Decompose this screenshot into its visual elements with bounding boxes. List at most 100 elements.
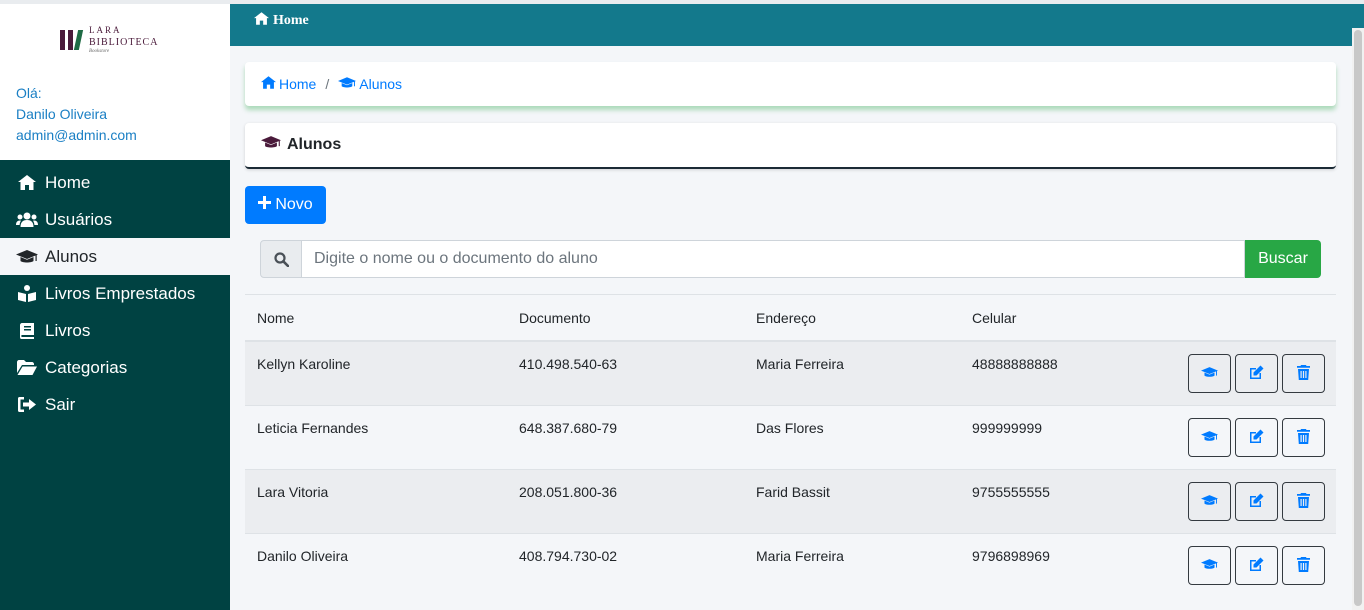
edit-student-button[interactable] bbox=[1235, 546, 1278, 585]
view-student-button[interactable] bbox=[1188, 418, 1231, 457]
view-student-button[interactable] bbox=[1188, 354, 1231, 393]
users-icon bbox=[16, 212, 38, 227]
cell-celular: 9796898969 bbox=[972, 548, 1050, 564]
cell-endereco: Farid Bassit bbox=[756, 484, 830, 500]
graduation-cap-icon bbox=[1201, 558, 1218, 573]
graduation-cap-icon bbox=[338, 76, 357, 92]
column-header-celular: Celular bbox=[972, 310, 1017, 326]
cell-nome: Danilo Oliveira bbox=[257, 548, 349, 564]
row-actions bbox=[1188, 482, 1325, 521]
table-header-row: Nome Documento Endereço Celular bbox=[245, 295, 1336, 341]
logo-line-1: LARA bbox=[89, 25, 122, 35]
sidebar-item-livros[interactable]: Livros bbox=[0, 312, 230, 349]
breadcrumb-home-link[interactable]: Home bbox=[261, 76, 316, 92]
sidebar: LARA BIBLIOTECA Bookstore Olá: Danilo Ol… bbox=[0, 4, 230, 610]
scrollbar-thumb[interactable] bbox=[1354, 30, 1362, 606]
user-greeting: Olá: bbox=[16, 85, 42, 101]
sidebar-item-sair[interactable]: Sair bbox=[0, 386, 230, 423]
page-title: Alunos bbox=[287, 136, 342, 153]
sidebar-item-label: Sair bbox=[45, 394, 76, 414]
edit-icon bbox=[1249, 429, 1264, 447]
new-button-label: Novo bbox=[275, 196, 313, 213]
edit-student-button[interactable] bbox=[1235, 354, 1278, 393]
sign-out-icon bbox=[16, 397, 38, 412]
edit-student-button[interactable] bbox=[1235, 418, 1278, 457]
home-icon bbox=[261, 76, 276, 92]
view-student-button[interactable] bbox=[1188, 546, 1231, 585]
logo-line-3: Bookstore bbox=[89, 49, 110, 54]
edit-icon bbox=[1249, 493, 1264, 511]
home-icon bbox=[16, 175, 38, 190]
page-scrollbar[interactable] bbox=[1352, 28, 1364, 610]
edit-student-button[interactable] bbox=[1235, 482, 1278, 521]
trash-icon bbox=[1297, 364, 1310, 383]
cell-documento: 410.498.540-63 bbox=[519, 356, 618, 372]
breadcrumb-current-label: Alunos bbox=[359, 76, 403, 92]
breadcrumb: Home / Alunos bbox=[245, 62, 1336, 106]
delete-student-button[interactable] bbox=[1282, 354, 1325, 393]
students-table: Nome Documento Endereço Celular Kellyn K… bbox=[245, 294, 1336, 597]
row-actions bbox=[1188, 354, 1325, 393]
cell-endereco: Maria Ferreira bbox=[756, 356, 844, 372]
column-header-documento: Documento bbox=[519, 310, 591, 326]
logo-icon bbox=[60, 30, 84, 50]
edit-icon bbox=[1249, 557, 1264, 575]
sidebar-item-usuarios[interactable]: Usuários bbox=[0, 201, 230, 238]
breadcrumb-home-label: Home bbox=[279, 76, 317, 92]
breadcrumb-separator: / bbox=[325, 76, 330, 92]
table-row: Lara Vitoria 208.051.800-36 Farid Bassit… bbox=[245, 469, 1336, 533]
column-header-endereco: Endereço bbox=[756, 310, 816, 326]
cell-celular: 48888888888 bbox=[972, 356, 1058, 372]
breadcrumb-alunos-link[interactable]: Alunos bbox=[338, 76, 402, 92]
cell-nome: Leticia Fernandes bbox=[257, 420, 369, 436]
header-home-label: Home bbox=[273, 13, 309, 28]
new-student-button[interactable]: Novo bbox=[245, 186, 326, 224]
sidebar-item-label: Livros Emprestados bbox=[45, 283, 196, 303]
cell-nome: Kellyn Karoline bbox=[257, 356, 351, 372]
sidebar-item-categorias[interactable]: Categorias bbox=[0, 349, 230, 386]
sidebar-item-livros-emprestados[interactable]: Livros Emprestados bbox=[0, 275, 230, 312]
sidebar-item-label: Livros bbox=[45, 320, 91, 340]
search-bar: Buscar bbox=[260, 240, 1321, 278]
edit-icon bbox=[1249, 365, 1264, 383]
header-home-link[interactable]: Home bbox=[254, 12, 309, 30]
row-actions bbox=[1188, 418, 1325, 457]
table-row: Kellyn Karoline 410.498.540-63 Maria Fer… bbox=[245, 341, 1336, 405]
view-student-button[interactable] bbox=[1188, 482, 1231, 521]
graduation-cap-icon bbox=[1201, 366, 1218, 381]
user-name: Danilo Oliveira bbox=[16, 106, 108, 122]
logo-line-2: BIBLIOTECA bbox=[89, 37, 159, 48]
search-button[interactable]: Buscar bbox=[1245, 240, 1321, 278]
delete-student-button[interactable] bbox=[1282, 482, 1325, 521]
sidebar-item-label: Alunos bbox=[45, 246, 97, 266]
book-reader-icon bbox=[16, 285, 38, 302]
search-input[interactable] bbox=[302, 240, 1245, 278]
table-row: Leticia Fernandes 648.387.680-79 Das Flo… bbox=[245, 405, 1336, 469]
graduation-cap-icon bbox=[261, 136, 281, 154]
sidebar-item-label: Usuários bbox=[45, 209, 113, 229]
cell-celular: 9755555555 bbox=[972, 484, 1050, 500]
folder-open-icon bbox=[16, 360, 38, 375]
row-actions bbox=[1188, 546, 1325, 585]
logo[interactable]: LARA BIBLIOTECA Bookstore bbox=[60, 26, 158, 54]
cell-documento: 408.794.730-02 bbox=[519, 548, 618, 564]
plus-icon bbox=[258, 196, 272, 214]
cell-endereco: Das Flores bbox=[756, 420, 824, 436]
cell-celular: 999999999 bbox=[972, 420, 1043, 436]
table-row: Danilo Oliveira 408.794.730-02 Maria Fer… bbox=[245, 533, 1336, 597]
trash-icon bbox=[1297, 428, 1310, 447]
sidebar-nav: Home Usuários Alunos Livros Emprestados … bbox=[0, 164, 230, 423]
user-email: admin@admin.com bbox=[16, 127, 137, 143]
sidebar-item-home[interactable]: Home bbox=[0, 164, 230, 201]
delete-student-button[interactable] bbox=[1282, 546, 1325, 585]
sidebar-item-alunos[interactable]: Alunos bbox=[0, 238, 230, 275]
top-header: Home bbox=[230, 4, 1364, 46]
graduation-cap-icon bbox=[16, 249, 38, 264]
column-header-nome: Nome bbox=[257, 310, 295, 326]
delete-student-button[interactable] bbox=[1282, 418, 1325, 457]
cell-documento: 648.387.680-79 bbox=[519, 420, 618, 436]
cell-endereco: Maria Ferreira bbox=[756, 548, 844, 564]
brand-area: LARA BIBLIOTECA Bookstore Olá: Danilo Ol… bbox=[0, 4, 230, 160]
user-info: Olá: Danilo Oliveira admin@admin.com bbox=[16, 83, 137, 146]
search-icon bbox=[260, 240, 302, 278]
